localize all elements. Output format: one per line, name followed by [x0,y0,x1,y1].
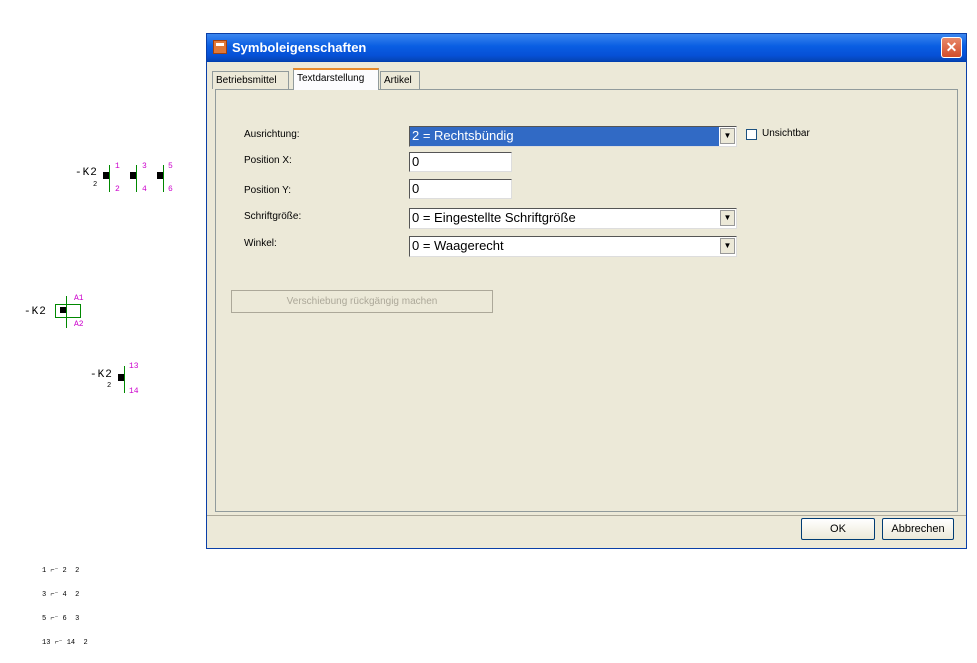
tab-artikel[interactable]: Artikel [380,71,420,89]
xref-line: 3 ⌐⁻ 4 2 [42,591,80,599]
footer-divider [207,515,966,516]
pin-label: 2 [115,185,120,194]
position-x-input[interactable]: 0 [409,152,512,172]
tab-betriebsmittel[interactable]: Betriebsmittel [212,71,289,89]
symbol-properties-dialog: Symboleigenschaften ✕ Betriebsmittel Tex… [206,33,967,549]
pin-label: 14 [129,387,139,396]
pin-label: 13 [129,362,139,371]
position-y-label: Position Y: [244,185,292,196]
contact-line [163,165,164,192]
winkel-value: 0 = Waagerecht [412,238,504,253]
aux-sub: 2 [107,382,112,390]
chevron-down-icon[interactable]: ▼ [720,238,735,254]
aux-label: -K2 [90,369,113,381]
tab-textdarstellung[interactable]: Textdarstellung [293,68,379,90]
ausrichtung-value: 2 = Rechtsbündig [410,127,719,146]
pin-label: 5 [168,162,173,171]
pin-label: 4 [142,185,147,194]
app-icon [213,40,227,54]
close-button[interactable]: ✕ [941,37,962,58]
pin-label: 1 [115,162,120,171]
position-x-label: Position X: [244,155,292,166]
xref-line: 5 ⌐⁻ 6 3 [42,615,80,623]
title-bar[interactable]: Symboleigenschaften ✕ [207,34,966,62]
schriftgroesse-value: 0 = Eingestellte Schriftgröße [412,210,576,225]
position-y-input[interactable]: 0 [409,179,512,199]
coil-label: -K2 [24,306,47,318]
pin-label: 3 [142,162,147,171]
schriftgroesse-label: Schriftgröße: [244,211,302,222]
contact-line [136,165,137,192]
cancel-button[interactable]: Abbrechen [882,518,954,540]
contact-line [109,165,110,192]
pin-label: A1 [74,294,84,303]
xref-line: 1 ⌐⁻ 2 2 [42,567,80,575]
ausrichtung-select[interactable]: 2 = Rechtsbündig ▼ [409,126,737,147]
unsichtbar-label: Unsichtbar [762,128,810,139]
close-icon: ✕ [945,39,958,55]
xref-line: 13 ⌐⁻ 14 2 [42,639,88,647]
coil-symbol [55,304,81,318]
chevron-down-icon[interactable]: ▼ [720,210,735,226]
winkel-label: Winkel: [244,238,277,249]
undo-move-button[interactable]: Verschiebung rückgängig machen [231,290,493,313]
cross-reference: 1 ⌐⁻ 2 2 3 ⌐⁻ 4 2 5 ⌐⁻ 6 3 13 ⌐⁻ 14 2 [42,551,88,663]
pin-label: A2 [74,320,84,329]
contactor-sub: 2 [93,181,98,189]
schriftgroesse-select[interactable]: 0 = Eingestellte Schriftgröße ▼ [409,208,737,229]
ausrichtung-label: Ausrichtung: [244,129,300,140]
tab-panel: Ausrichtung: 2 = Rechtsbündig ▼ Unsichtb… [215,89,958,512]
unsichtbar-checkbox[interactable] [746,129,757,140]
ok-button[interactable]: OK [801,518,875,540]
contact-line [124,366,125,393]
pin-label: 6 [168,185,173,194]
winkel-select[interactable]: 0 = Waagerecht ▼ [409,236,737,257]
contactor-label: -K2 [75,167,98,179]
chevron-down-icon[interactable]: ▼ [720,128,735,144]
dialog-title: Symboleigenschaften [232,40,367,55]
